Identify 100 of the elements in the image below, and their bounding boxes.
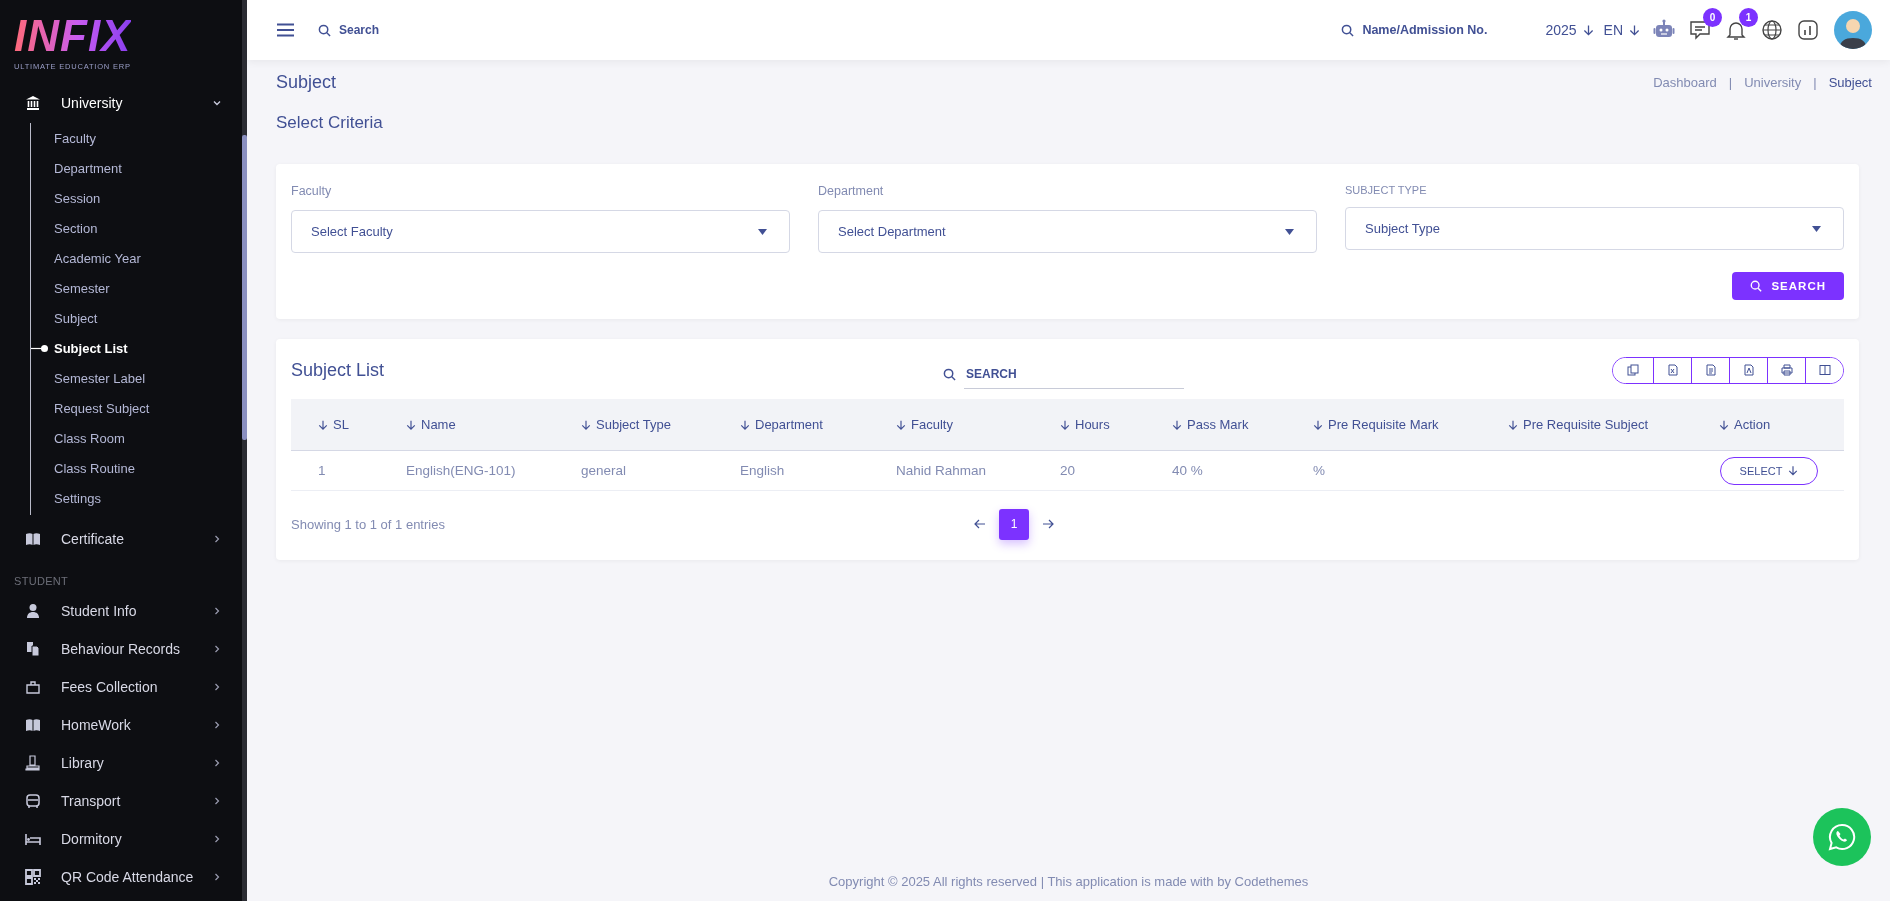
submenu-item[interactable]: Semester Label (31, 363, 242, 393)
breadcrumb-separator: | (1728, 74, 1733, 90)
next-page-button[interactable] (1041, 517, 1055, 531)
arrow-down-icon (1313, 418, 1323, 431)
column-header[interactable]: SL (291, 417, 406, 432)
book-icon (25, 717, 41, 733)
submenu-item[interactable]: Faculty (31, 123, 242, 153)
breadcrumb-link[interactable]: Subject (1828, 74, 1872, 90)
field-label: SUBJECT TYPE (1345, 184, 1428, 196)
page-title: Subject (276, 71, 337, 93)
chevron-right-icon (212, 682, 222, 692)
arrow-down-icon (1172, 418, 1182, 431)
section-heading: Select Criteria (276, 113, 384, 133)
submenu-item[interactable]: Semester (31, 273, 242, 303)
column-header[interactable]: Hours (1060, 417, 1172, 432)
column-header[interactable]: Faculty (896, 417, 1060, 432)
phone-bubble-icon (1827, 822, 1857, 852)
menu-item[interactable]: Dormitory (0, 825, 242, 853)
caret-icon (758, 228, 767, 235)
avatar[interactable] (1834, 11, 1872, 49)
page-button[interactable]: 1 (999, 508, 1029, 540)
caret-icon (1285, 228, 1294, 235)
submenu-item[interactable]: Department (31, 153, 242, 183)
chart-icon[interactable] (1796, 18, 1820, 42)
menu-item[interactable]: Behaviour Records (0, 635, 242, 663)
column-header[interactable]: Subject Type (581, 417, 740, 432)
scrollbar[interactable] (242, 0, 247, 901)
arrow-down-icon (581, 418, 591, 431)
arrow-down-icon (1719, 418, 1729, 431)
arrow-down-icon (406, 418, 416, 431)
section-heading: STUDENT (14, 575, 70, 587)
active-marker-icon (31, 344, 48, 352)
chat-icon[interactable] (1688, 18, 1712, 42)
submenu-item[interactable]: Academic Year (31, 243, 242, 273)
copy-icon (1627, 364, 1639, 376)
person-icon (25, 603, 41, 619)
submenu-item[interactable]: Class Room (31, 423, 242, 453)
export-button-group[interactable] (1612, 356, 1844, 384)
column-header[interactable]: Department (740, 417, 896, 432)
submenu-item[interactable]: Request Subject (31, 393, 242, 423)
spreadsheet-icon (1666, 364, 1679, 376)
caret-icon (1812, 225, 1821, 232)
bed-icon (25, 831, 41, 847)
chevron-down-icon (212, 98, 222, 108)
submenu-item[interactable]: Settings (31, 483, 242, 513)
submenu-item[interactable]: Subject (31, 303, 242, 333)
menu-item[interactable]: QR Code Attendance (0, 863, 242, 891)
submenu-item[interactable]: Class Routine (31, 453, 242, 483)
select-button[interactable]: SELECT (1720, 456, 1818, 485)
table-cell-text: 1 (317, 463, 327, 478)
previous-page-button[interactable] (973, 517, 987, 531)
search-field[interactable]: Search (337, 22, 487, 38)
language-dropdown[interactable]: EN (1603, 22, 1640, 38)
pdf-file-icon (1742, 364, 1755, 376)
table-cell-text: English (740, 463, 786, 478)
arrow-down-icon (318, 418, 328, 431)
table-cell-text: 40 % (1172, 463, 1204, 478)
arrow-down-icon (1629, 24, 1640, 36)
arrow-down-icon (1508, 418, 1518, 431)
column-header[interactable]: Pre Requisite Subject (1508, 417, 1719, 432)
menu-icon[interactable] (277, 23, 294, 37)
menu-item[interactable]: Certificate (0, 525, 242, 553)
menu-item[interactable]: Library (0, 749, 242, 777)
column-header[interactable]: Pass Mark (1172, 417, 1313, 432)
breadcrumb-separator: | (1813, 74, 1817, 90)
search-button[interactable]: SEARCH (1732, 272, 1844, 300)
search-field[interactable]: SEARCH (964, 359, 1184, 389)
arrow-left-icon (973, 517, 987, 531)
menu-item[interactable]: Student Info (0, 597, 242, 625)
year-dropdown[interactable]: 2025 (1545, 22, 1594, 38)
submenu-item[interactable]: Subject List (31, 333, 242, 363)
printer-icon (1780, 364, 1793, 376)
chevron-right-icon (212, 534, 222, 544)
briefcase-icon (25, 679, 41, 695)
arrow-down-icon (1582, 24, 1594, 36)
column-header[interactable]: Pre Requisite Mark (1313, 417, 1508, 432)
arrow-down-icon (1788, 465, 1799, 476)
dropdown[interactable]: Subject Type (1345, 207, 1844, 250)
columns-button[interactable] (1805, 357, 1843, 383)
menu-item[interactable]: Transport (0, 787, 242, 815)
menu-item[interactable]: HomeWork (0, 711, 242, 739)
search-icon (1750, 280, 1763, 292)
submenu-item[interactable]: Session (31, 183, 242, 213)
search-icon (943, 367, 956, 381)
column-header[interactable]: Name (406, 417, 581, 432)
globe-icon[interactable] (1760, 18, 1784, 42)
chevron-right-icon (212, 644, 222, 654)
columns-icon (1818, 364, 1831, 376)
copyright-text: Copyright © 2025 All rights reserved | This application is made with by Codethemes (827, 874, 1310, 891)
submenu-item[interactable]: Section (31, 213, 242, 243)
column-header[interactable]: Action (1719, 417, 1844, 432)
table-cell-text: 20 (1060, 463, 1077, 478)
chevron-right-icon (212, 720, 222, 730)
table-cell-text: % (1313, 463, 1326, 478)
menu-item[interactable]: Fees Collection (0, 673, 242, 701)
search-icon (1341, 23, 1355, 37)
menu-item[interactable]: University (0, 89, 242, 117)
dropdown[interactable]: Select Faculty (291, 210, 790, 253)
dropdown[interactable]: Select Department (818, 210, 1317, 253)
search-field[interactable]: Name/Admission No. (1360, 22, 1536, 38)
